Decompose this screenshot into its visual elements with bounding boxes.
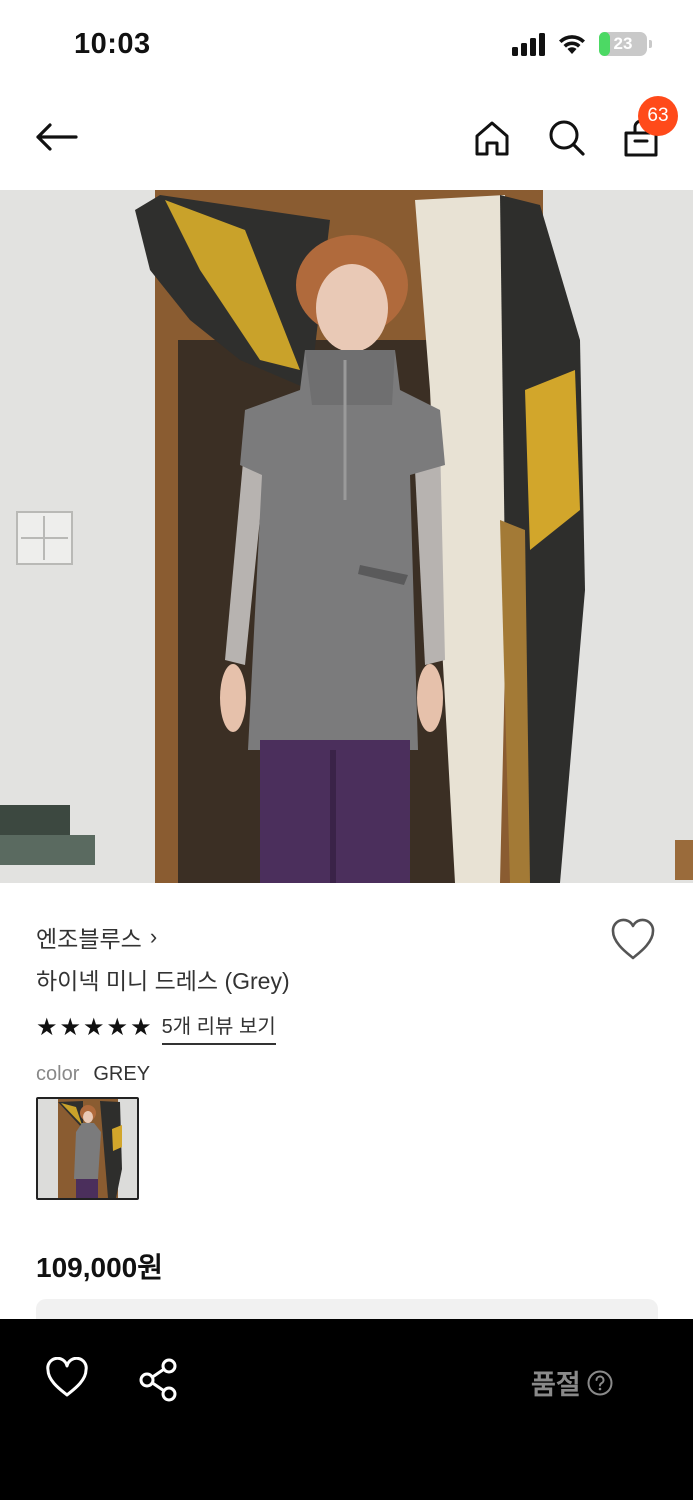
- wishlist-button[interactable]: [608, 916, 658, 964]
- product-price: 109,000원: [36, 1252, 163, 1283]
- search-button[interactable]: [541, 112, 593, 164]
- share-icon: [139, 1358, 177, 1402]
- help-circle-icon[interactable]: [587, 1370, 613, 1396]
- star-icon: ★: [130, 1013, 152, 1041]
- heart-icon: [611, 918, 655, 960]
- status-time: 10:03: [74, 28, 151, 60]
- color-label: color: [36, 1063, 80, 1085]
- sold-out-status[interactable]: 품절: [531, 1363, 613, 1402]
- color-swatch-grey[interactable]: [36, 1097, 139, 1200]
- status-bar: 10:03 23: [0, 0, 693, 92]
- swatch-thumbnail: [38, 1099, 137, 1198]
- chevron-right-icon: ›: [149, 924, 158, 949]
- battery-percentage: 23: [613, 34, 633, 53]
- search-icon: [549, 120, 585, 156]
- product-image[interactable]: [0, 190, 693, 883]
- color-value: GREY: [93, 1063, 151, 1085]
- cellular-signal-icon: [512, 32, 545, 56]
- status-icons: 23: [512, 32, 652, 56]
- star-icon: ★: [36, 1013, 58, 1041]
- cart-count-badge: 63: [638, 96, 678, 136]
- product-name: 하이넥 미니 드레스 (Grey): [36, 968, 290, 994]
- product-photo: [0, 190, 693, 883]
- share-button[interactable]: [136, 1357, 182, 1403]
- top-navigation: 63: [0, 92, 693, 190]
- color-row: color GREY: [36, 1063, 150, 1086]
- back-arrow-icon: [36, 123, 78, 151]
- heart-icon: [46, 1356, 88, 1397]
- star-icon: ★: [106, 1013, 129, 1041]
- star-icon: ★: [59, 1013, 82, 1041]
- wifi-icon: [559, 35, 585, 54]
- bottom-action-bar: 품절: [0, 1319, 693, 1500]
- star-icon: ★: [83, 1013, 105, 1041]
- view-reviews-link[interactable]: 5개 리뷰 보기: [161, 1010, 276, 1045]
- home-icon: [475, 121, 509, 156]
- bottom-wishlist-button[interactable]: [44, 1356, 90, 1403]
- back-button[interactable]: [26, 112, 86, 162]
- rating-row: ★ ★ ★ ★ ★ 5개 리뷰 보기: [36, 1010, 276, 1045]
- home-button[interactable]: [466, 112, 518, 164]
- sold-out-label: 품절: [531, 1370, 581, 1400]
- rating-stars: ★ ★ ★ ★ ★: [36, 1013, 152, 1041]
- brand-link[interactable]: 엔조블루스 ›: [36, 920, 157, 954]
- battery-icon: 23: [599, 32, 652, 56]
- brand-name: 엔조블루스: [36, 926, 142, 952]
